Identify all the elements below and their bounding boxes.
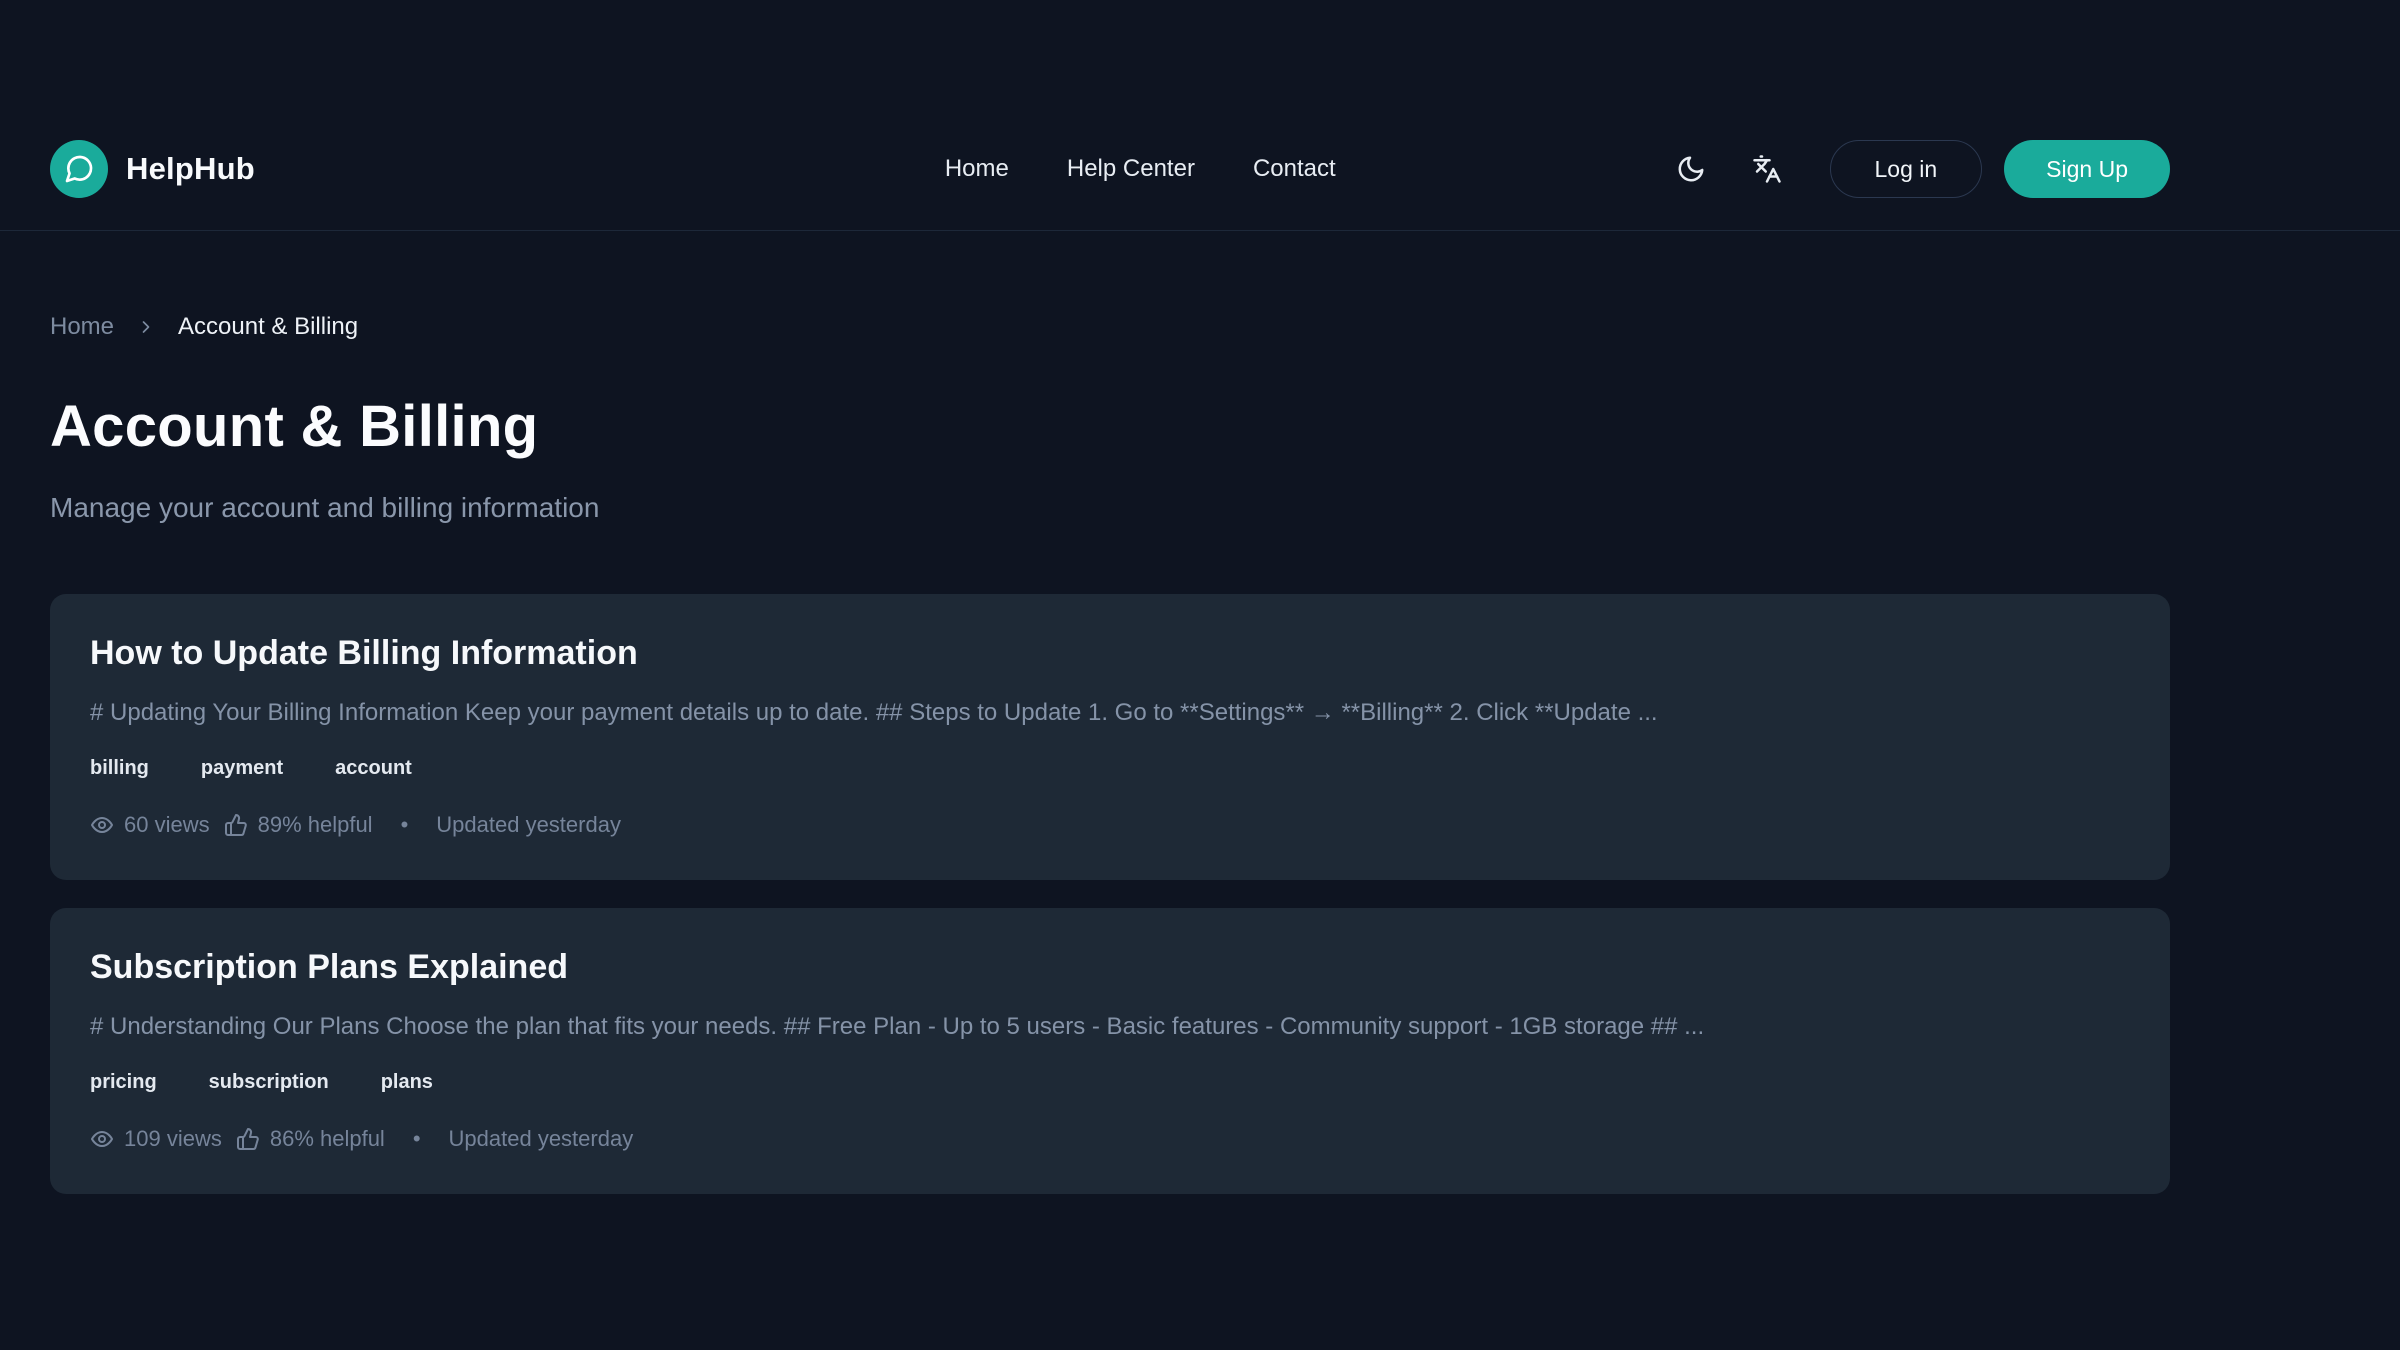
helpful-stat: 89% helpful bbox=[224, 812, 373, 838]
article-title[interactable]: How to Update Billing Information bbox=[90, 634, 2130, 673]
signup-button[interactable]: Sign Up bbox=[2004, 140, 2170, 198]
login-button[interactable]: Log in bbox=[1830, 140, 1983, 198]
moon-icon bbox=[1676, 154, 1706, 184]
breadcrumb-current: Account & Billing bbox=[178, 313, 358, 341]
brand-logo[interactable]: HelpHub bbox=[50, 140, 255, 198]
article-excerpt: # Updating Your Billing Information Keep… bbox=[90, 699, 2130, 727]
tag: payment bbox=[201, 757, 283, 780]
tag: billing bbox=[90, 757, 149, 780]
nav-link-home[interactable]: Home bbox=[945, 155, 1009, 183]
article-excerpt: # Understanding Our Plans Choose the pla… bbox=[90, 1013, 2130, 1041]
tag: pricing bbox=[90, 1071, 157, 1094]
article-card-subscription-plans[interactable]: Subscription Plans Explained # Understan… bbox=[50, 908, 2170, 1194]
thumbs-up-icon bbox=[224, 813, 248, 837]
page-subtitle: Manage your account and billing informat… bbox=[50, 492, 2170, 524]
views-label: 109 views bbox=[124, 1126, 222, 1152]
views-stat: 109 views bbox=[90, 1126, 222, 1152]
tag: plans bbox=[381, 1071, 433, 1094]
language-button[interactable] bbox=[1736, 138, 1798, 200]
site-header: HelpHub Home Help Center Contact bbox=[0, 0, 2400, 231]
meta-separator: • bbox=[401, 812, 409, 838]
article-tags: pricing subscription plans bbox=[90, 1071, 2130, 1094]
views-label: 60 views bbox=[124, 812, 210, 838]
thumbs-up-icon bbox=[236, 1127, 260, 1151]
views-stat: 60 views bbox=[90, 812, 210, 838]
article-card-billing-info[interactable]: How to Update Billing Information # Upda… bbox=[50, 594, 2170, 880]
page-title: Account & Billing bbox=[50, 393, 2170, 460]
translate-icon bbox=[1752, 154, 1782, 184]
main-content: Home Account & Billing Account & Billing… bbox=[50, 313, 2170, 1194]
article-meta: 60 views 89% helpful • Updated yesterday bbox=[90, 812, 2130, 838]
helpful-stat: 86% helpful bbox=[236, 1126, 385, 1152]
breadcrumb: Home Account & Billing bbox=[50, 313, 2170, 341]
article-tags: billing payment account bbox=[90, 757, 2130, 780]
nav-link-contact[interactable]: Contact bbox=[1253, 155, 1336, 183]
breadcrumb-home-link[interactable]: Home bbox=[50, 313, 114, 341]
main-nav: Home Help Center Contact bbox=[945, 155, 1336, 183]
theme-toggle-button[interactable] bbox=[1660, 138, 1722, 200]
chevron-right-icon bbox=[136, 317, 156, 337]
eye-icon bbox=[90, 1127, 114, 1151]
nav-link-help-center[interactable]: Help Center bbox=[1067, 155, 1195, 183]
chat-bubble-icon bbox=[50, 140, 108, 198]
meta-separator: • bbox=[413, 1126, 421, 1152]
helpful-label: 89% helpful bbox=[258, 812, 373, 838]
tag: account bbox=[335, 757, 412, 780]
header-actions: Log in Sign Up bbox=[1660, 138, 2171, 200]
article-title[interactable]: Subscription Plans Explained bbox=[90, 948, 2130, 987]
updated-label: Updated yesterday bbox=[449, 1126, 634, 1152]
tag: subscription bbox=[209, 1071, 329, 1094]
brand-name: HelpHub bbox=[126, 151, 255, 187]
article-list: How to Update Billing Information # Upda… bbox=[50, 594, 2170, 1194]
eye-icon bbox=[90, 813, 114, 837]
updated-label: Updated yesterday bbox=[436, 812, 621, 838]
helpful-label: 86% helpful bbox=[270, 1126, 385, 1152]
article-meta: 109 views 86% helpful • Updated yesterda… bbox=[90, 1126, 2130, 1152]
